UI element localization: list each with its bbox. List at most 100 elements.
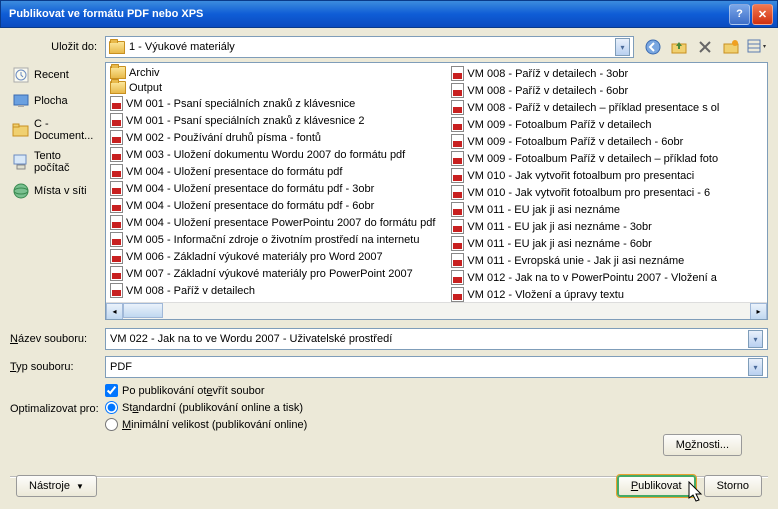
filename-label: Název souboru:: [10, 333, 105, 345]
save-in-dropdown[interactable]: 1 - Výukové materiály ▾: [105, 36, 634, 58]
file-list[interactable]: Archiv Output VM 001 - Psaní speciálních z…: [105, 62, 768, 320]
file-item[interactable]: VM 001 - Psaní speciálních znaků z kláve…: [106, 112, 439, 129]
back-icon[interactable]: [642, 36, 664, 58]
pdf-icon: [110, 198, 123, 213]
pdf-icon: [110, 249, 123, 264]
file-item[interactable]: VM 003 - Uložení dokumentu Wordu 2007 do…: [106, 146, 439, 163]
sidebar-item-network[interactable]: Místa v síti: [10, 178, 101, 204]
options-button[interactable]: Možnosti...: [663, 434, 742, 456]
pdf-icon: [110, 232, 123, 247]
file-item[interactable]: VM 001 - Psaní speciálních znaků z kláve…: [106, 95, 439, 112]
file-item[interactable]: VM 011 - EU jak ji asi neznáme: [447, 201, 723, 218]
open-after-label: Po publikování otevřít soubor: [122, 385, 264, 397]
file-item[interactable]: VM 005 - Informační zdroje o životním pr…: [106, 231, 439, 248]
pdf-icon: [110, 164, 123, 179]
pdf-icon: [451, 219, 464, 234]
file-name: VM 008 - Paříž v detailech: [126, 285, 255, 297]
file-name: VM 008 - Paříž v detailech - 3obr: [467, 68, 628, 80]
pdf-icon: [451, 270, 464, 285]
file-item[interactable]: VM 007 - Základní výukové materiály pro …: [106, 265, 439, 282]
file-item[interactable]: VM 006 - Základní výukové materiály pro …: [106, 248, 439, 265]
sidebar-item-recent[interactable]: Recent: [10, 62, 101, 88]
pdf-icon: [110, 113, 123, 128]
sidebar-item-documents[interactable]: C - Document...: [10, 114, 101, 146]
file-name: VM 012 - Vložení a úpravy textu: [467, 289, 624, 301]
file-item[interactable]: VM 012 - Vložení a úpravy textu: [447, 286, 723, 303]
pdf-icon: [110, 181, 123, 196]
pdf-icon: [451, 117, 464, 132]
file-item[interactable]: VM 011 - EU jak ji asi neznáme - 3obr: [447, 218, 723, 235]
filename-input[interactable]: VM 022 - Jak na to ve Wordu 2007 - Uživa…: [105, 328, 768, 350]
folder-icon: [12, 121, 30, 139]
file-item[interactable]: VM 008 - Paříž v detailech: [106, 282, 439, 299]
sidebar-item-computer[interactable]: Tento počítač: [10, 146, 101, 178]
pdf-icon: [451, 236, 464, 251]
scroll-left-button[interactable]: ◂: [106, 303, 123, 320]
scroll-thumb[interactable]: [123, 303, 163, 318]
chevron-down-icon[interactable]: ▾: [748, 358, 763, 376]
file-item[interactable]: VM 009 - Fotoalbum Paříž v detailech – p…: [447, 150, 723, 167]
titlebar: Publikovat ve formátu PDF nebo XPS ? ✕: [0, 0, 778, 28]
folder-item[interactable]: Output: [106, 80, 439, 95]
network-icon: [12, 182, 30, 200]
horizontal-scrollbar[interactable]: ◂ ▸: [106, 302, 767, 319]
desktop-icon: [12, 92, 30, 110]
file-name: VM 010 - Jak vytvořit fotoalbum pro pres…: [467, 170, 694, 182]
pdf-icon: [110, 283, 123, 298]
new-folder-icon[interactable]: [720, 36, 742, 58]
optimize-label: Optimalizovat pro:: [10, 401, 105, 415]
file-item[interactable]: VM 004 - Uložení presentace do formátu p…: [106, 180, 439, 197]
computer-icon: [12, 153, 30, 171]
help-button[interactable]: ?: [729, 4, 750, 25]
file-name: VM 004 - Uložení presentace do formátu p…: [126, 200, 374, 212]
views-icon[interactable]: [746, 36, 768, 58]
file-item[interactable]: VM 011 - EU jak ji asi neznáme - 6obr: [447, 235, 723, 252]
chevron-down-icon[interactable]: ▾: [748, 330, 763, 348]
folder-icon: [110, 66, 126, 79]
save-in-value: 1 - Výukové materiály: [129, 41, 235, 53]
file-item[interactable]: VM 004 - Uložení presentace do formátu p…: [106, 197, 439, 214]
optimize-standard-label: Standardní (publikování online a tisk): [122, 402, 303, 414]
file-item[interactable]: VM 004 - Uložení presentace PowerPointu …: [106, 214, 439, 231]
file-name: Output: [129, 82, 162, 94]
pdf-icon: [451, 66, 464, 81]
save-in-label: Uložit do:: [10, 41, 105, 53]
file-item[interactable]: VM 010 - Jak vytvořit fotoalbum pro pres…: [447, 167, 723, 184]
file-name: VM 002 - Používání druhů písma - fontů: [126, 132, 321, 144]
recent-icon: [12, 66, 30, 84]
file-item[interactable]: VM 008 - Paříž v detailech - 6obr: [447, 82, 723, 99]
chevron-down-icon[interactable]: ▾: [615, 38, 630, 56]
cancel-button[interactable]: Storno: [704, 475, 762, 497]
optimize-standard-radio[interactable]: [105, 401, 118, 414]
tools-button[interactable]: Nástroje▼: [16, 475, 97, 497]
up-folder-icon[interactable]: [668, 36, 690, 58]
pdf-icon: [451, 83, 464, 98]
scroll-right-button[interactable]: ▸: [750, 303, 767, 320]
close-button[interactable]: ✕: [752, 4, 773, 25]
file-name: VM 001 - Psaní speciálních znaků z kláve…: [126, 98, 355, 110]
file-name: VM 011 - Evropská unie - Jak ji asi nezn…: [467, 255, 684, 267]
optimize-minimal-radio[interactable]: [105, 418, 118, 431]
pdf-icon: [451, 253, 464, 268]
file-item[interactable]: VM 008 - Paříž v detailech – příklad pre…: [447, 99, 723, 116]
file-name: VM 009 - Fotoalbum Paříž v detailech - 6…: [467, 136, 683, 148]
file-item[interactable]: VM 002 - Používání druhů písma - fontů: [106, 129, 439, 146]
delete-icon[interactable]: [694, 36, 716, 58]
window-title: Publikovat ve formátu PDF nebo XPS: [5, 8, 729, 20]
file-item[interactable]: VM 012 - Jak na to v PowerPointu 2007 - …: [447, 269, 723, 286]
file-item[interactable]: VM 011 - Evropská unie - Jak ji asi nezn…: [447, 252, 723, 269]
pdf-icon: [110, 215, 123, 230]
file-name: VM 004 - Uložení presentace do formátu p…: [126, 183, 374, 195]
sidebar-item-desktop[interactable]: Plocha: [10, 88, 101, 114]
filetype-input[interactable]: PDF ▾: [105, 356, 768, 378]
file-item[interactable]: VM 009 - Fotoalbum Paříž v detailech - 6…: [447, 133, 723, 150]
file-item[interactable]: VM 008 - Paříž v detailech - 3obr: [447, 65, 723, 82]
open-after-checkbox[interactable]: [105, 384, 118, 397]
file-item[interactable]: VM 010 - Jak vytvořit fotoalbum pro pres…: [447, 184, 723, 201]
folder-item[interactable]: Archiv: [106, 65, 439, 80]
publish-button[interactable]: Publikovat: [617, 475, 696, 497]
file-item[interactable]: VM 009 - Fotoalbum Paříž v detailech: [447, 116, 723, 133]
file-name: VM 008 - Paříž v detailech - 6obr: [467, 85, 628, 97]
file-item[interactable]: VM 004 - Uložení presentace do formátu p…: [106, 163, 439, 180]
pdf-icon: [110, 147, 123, 162]
